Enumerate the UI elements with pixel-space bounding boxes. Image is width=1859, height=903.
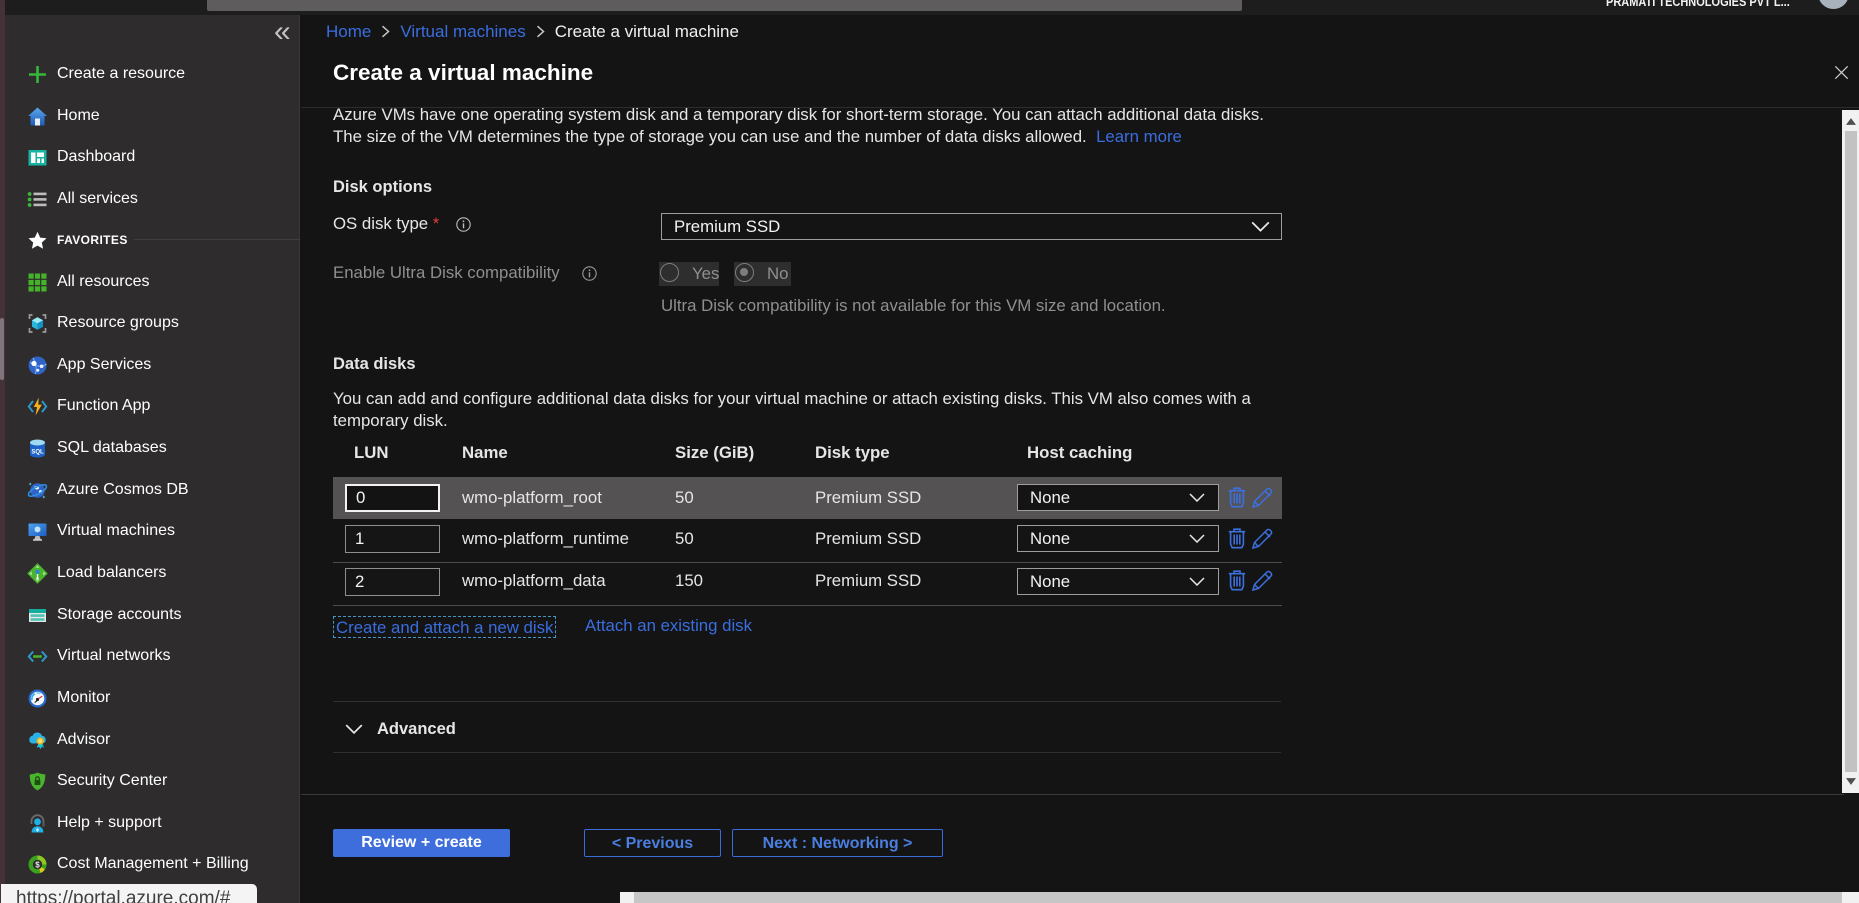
- svg-text:SQL: SQL: [31, 450, 44, 456]
- svg-text:$: $: [35, 860, 40, 869]
